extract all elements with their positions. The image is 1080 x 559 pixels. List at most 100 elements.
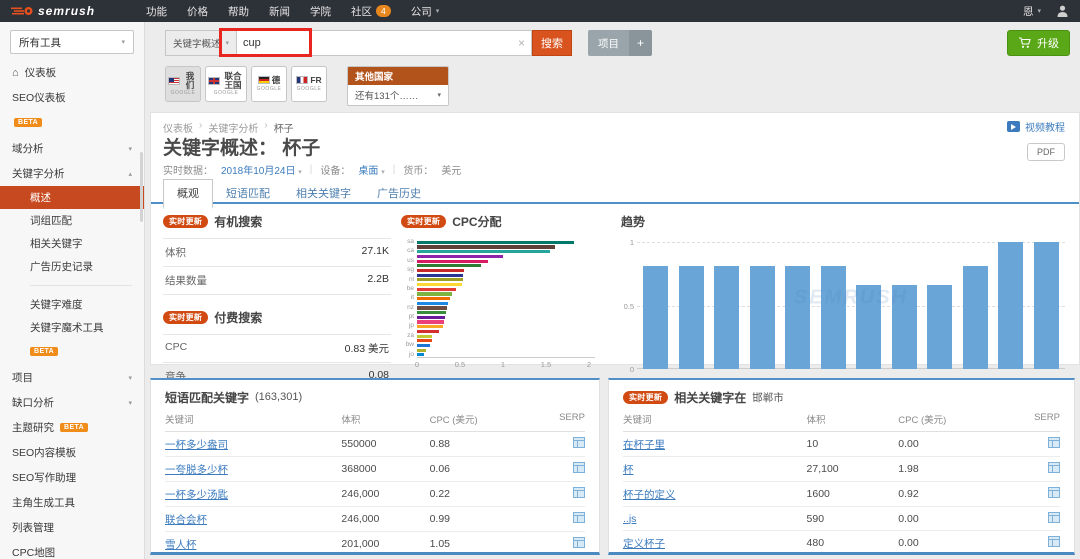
other-countries-select[interactable]: 其他国家还有131个……▾	[347, 66, 449, 106]
sidebar-item[interactable]: 域分析▾	[0, 136, 144, 161]
sidebar-item[interactable]: SEO写作助理	[0, 465, 144, 490]
serp-icon[interactable]	[573, 487, 585, 498]
volume-cell: 10	[807, 438, 899, 450]
flag-de-icon	[258, 76, 270, 84]
search-input[interactable]: cup ×	[236, 30, 532, 56]
sidebar-item-sub[interactable]: 关键字魔术工具	[0, 316, 144, 339]
live-data-label: 实时数据：	[163, 162, 213, 177]
date-select[interactable]: 2018年10月24日 ▾	[221, 162, 302, 177]
user-icon[interactable]	[1057, 5, 1068, 17]
sidebar-item-sub[interactable]: 关键字难度	[0, 293, 144, 316]
top-nav-item[interactable]: 价格	[187, 4, 208, 19]
tab-item[interactable]: 短语匹配	[213, 180, 283, 207]
table-row: 一杯多少盎司5500000.88	[165, 432, 585, 457]
bar	[927, 285, 952, 369]
add-project-button[interactable]: +	[629, 30, 652, 56]
sidebar-item-label: 主题研究	[12, 420, 54, 435]
volume-cell: 246,000	[341, 513, 429, 525]
tab-item[interactable]: 相关关键字	[283, 180, 364, 207]
bar	[417, 264, 481, 267]
keyword-link[interactable]: 定义杯子	[623, 538, 665, 550]
cart-icon	[1018, 37, 1031, 49]
country-tab-us[interactable]: 我们GOOGLE	[165, 66, 201, 102]
chevron-down-icon: ▾	[381, 169, 385, 176]
sidebar-item[interactable]: 项目▾	[0, 365, 144, 390]
bar	[417, 292, 452, 295]
serp-icon[interactable]	[573, 512, 585, 523]
sidebar-item[interactable]: 关键字分析▴	[0, 161, 144, 186]
top-nav-item[interactable]: 帮助	[228, 4, 249, 19]
serp-icon[interactable]	[1048, 536, 1060, 547]
top-nav-item-label: 社区	[351, 4, 372, 19]
cpc-country-label: nl	[401, 277, 417, 284]
keyword-link[interactable]: 在杯子里	[623, 439, 665, 451]
semrush-logo[interactable]: semrush	[10, 4, 138, 18]
serp-icon[interactable]	[1048, 487, 1060, 498]
serp-icon[interactable]	[1048, 512, 1060, 523]
sidebar-item[interactable]: CPC地图	[0, 540, 144, 559]
search-scope-select[interactable]: 关键字概述 ▾	[165, 30, 236, 56]
keyword-link[interactable]: 联合会杯	[165, 514, 207, 526]
bar	[998, 242, 1023, 369]
all-tools-select[interactable]: 所有工具 ▾	[10, 30, 134, 54]
country-tab-fr[interactable]: FRGOOGLE	[291, 66, 327, 102]
sidebar-item[interactable]: 主角生成工具	[0, 490, 144, 515]
sidebar-item[interactable]: 缺口分析▾	[0, 390, 144, 415]
clear-icon[interactable]: ×	[518, 36, 525, 50]
search-bar: 关键字概述 ▾ cup × 搜索 项目 +	[165, 30, 652, 56]
top-nav-item[interactable]: 学院	[310, 4, 331, 19]
keyword-cell: 联合会杯	[165, 512, 341, 527]
keyword-link[interactable]: 杯子的定义	[623, 489, 676, 501]
sidebar-item[interactable]: 主题研究BETA	[0, 415, 144, 440]
tab-item[interactable]: 广告历史	[364, 180, 434, 207]
sidebar-item[interactable]: ⌂仪表板	[0, 60, 144, 85]
top-nav-item[interactable]: 社区4	[351, 4, 391, 19]
tab-active[interactable]: 概观	[163, 179, 213, 209]
sidebar-item-sub[interactable]: 相关关键字	[0, 232, 144, 255]
sidebar-scrollbar[interactable]	[140, 152, 143, 222]
device-select[interactable]: 桌面 ▾	[358, 162, 384, 177]
project-button-group: 项目 +	[588, 30, 652, 56]
serp-icon[interactable]	[573, 462, 585, 473]
video-tutorial-link[interactable]: 视频教程	[1007, 119, 1065, 134]
top-nav-item[interactable]: 功能	[146, 4, 167, 19]
keyword-link[interactable]: 一夸脱多少杯	[165, 464, 228, 476]
upgrade-button[interactable]: 升级	[1007, 30, 1070, 56]
table-title-text: 短语匹配关键字	[165, 389, 249, 406]
sidebar-item[interactable]: SEO仪表板	[0, 85, 144, 110]
serp-icon[interactable]	[573, 437, 585, 448]
keyword-link[interactable]: 雪人杯	[165, 539, 197, 551]
project-button[interactable]: 项目	[588, 30, 629, 56]
keyword-link[interactable]: 杯	[623, 464, 634, 476]
keyword-link[interactable]: 一杯多少汤匙	[165, 489, 228, 501]
serp-icon[interactable]	[1048, 437, 1060, 448]
sidebar-item-sub[interactable]: 词组匹配	[0, 209, 144, 232]
search-button[interactable]: 搜索	[532, 30, 572, 56]
keyword-link[interactable]: ..js	[623, 513, 636, 525]
keyword-link[interactable]: 一杯多少盎司	[165, 439, 228, 451]
chevron-down-icon: ▾	[226, 39, 230, 47]
sidebar-item-active[interactable]: 概述	[0, 186, 144, 209]
user-menu[interactable]: 恩 ▾	[1023, 4, 1041, 19]
top-nav-item-label: 新闻	[269, 4, 290, 19]
sidebar-item[interactable]: SEO内容模板	[0, 440, 144, 465]
country-tab-de[interactable]: 德GOOGLE	[251, 66, 287, 102]
sidebar-item-sub[interactable]: 广告历史记录	[0, 255, 144, 278]
top-nav-item[interactable]: 公司▾	[411, 4, 440, 19]
pdf-button[interactable]: PDF	[1027, 143, 1065, 161]
x-tick-label: 0	[415, 360, 419, 369]
top-nav-item[interactable]: 新闻	[269, 4, 290, 19]
sidebar-item[interactable]: 列表管理	[0, 515, 144, 540]
other-countries-value: 还有131个……▾	[348, 85, 448, 105]
y-tick-label: 1	[621, 238, 634, 247]
currency-label: 货币：	[403, 162, 433, 177]
serp-icon[interactable]	[573, 537, 585, 548]
top-nav-item-label: 功能	[146, 4, 167, 19]
keyword-cell: 杯	[623, 462, 807, 477]
serp-icon[interactable]	[1048, 462, 1060, 473]
cpc-x-axis: 00.511.52	[417, 357, 595, 369]
country-name: FR	[310, 76, 321, 85]
bar	[417, 311, 446, 314]
upgrade-label: 升级	[1037, 35, 1059, 51]
country-tab-gb[interactable]: 联合王国GOOGLE	[205, 66, 247, 102]
